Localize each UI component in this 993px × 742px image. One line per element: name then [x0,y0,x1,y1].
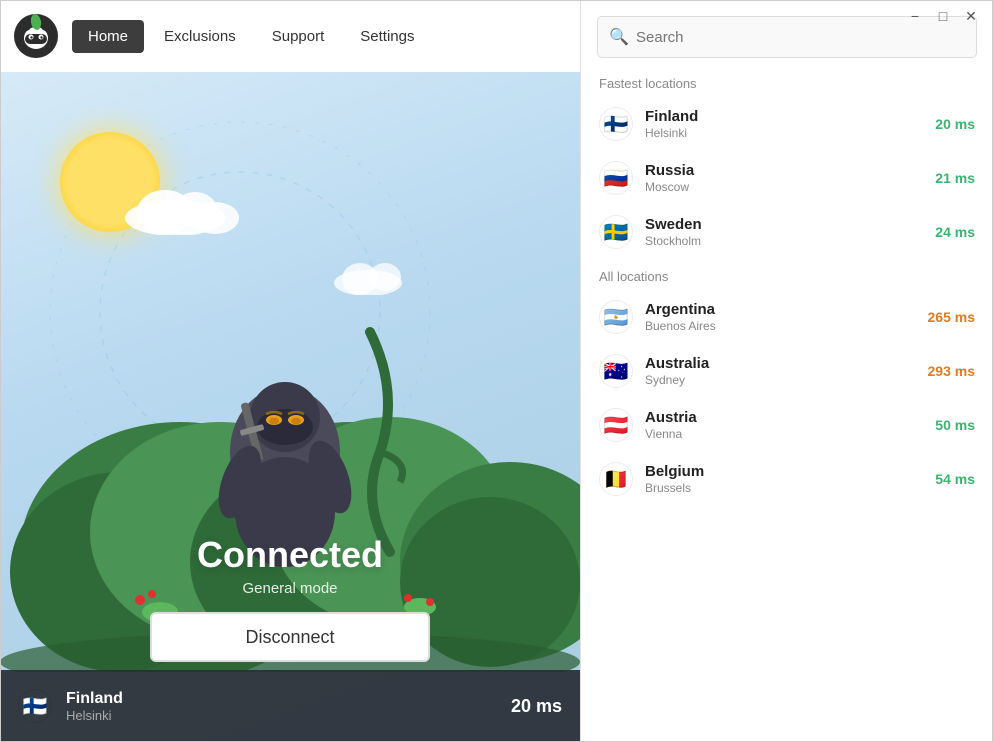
connection-status: Connected [0,534,580,576]
connection-mode: General mode [0,580,580,597]
location-info: Russia Moscow [645,162,923,194]
location-country: Russia [645,162,923,179]
location-info: Austria Vienna [645,409,923,441]
cloud-icon-1 [120,180,250,235]
fastest-location-item[interactable]: 🇸🇪 Sweden Stockholm 24 ms [581,205,993,259]
location-list: Fastest locations 🇫🇮 Finland Helsinki 20… [581,66,993,742]
disconnect-button[interactable]: Disconnect [150,612,430,662]
all-locations-label: All locations [581,259,993,290]
location-latency: 265 ms [928,309,975,325]
location-info: Belgium Brussels [645,463,923,495]
location-city: Brussels [645,481,923,495]
location-city: Sydney [645,373,916,387]
location-latency: 50 ms [935,417,975,433]
location-flag: 🇸🇪 [599,215,633,249]
status-area: Connected General mode [0,534,580,597]
location-info: Australia Sydney [645,355,916,387]
location-flag: 🇦🇺 [599,354,633,388]
location-country: Belgium [645,463,923,480]
location-flag: 🇦🇷 [599,300,633,334]
maximize-button[interactable]: □ [929,5,957,27]
close-button[interactable]: ✕ [957,5,985,27]
location-city: Helsinki [645,126,923,140]
location-latency: 54 ms [935,471,975,487]
bottom-city: Helsinki [66,708,497,723]
location-country: Argentina [645,301,916,318]
bottom-location-info: Finland Helsinki [66,690,497,723]
location-info: Finland Helsinki [645,108,923,140]
location-flag: 🇦🇹 [599,408,633,442]
location-city: Moscow [645,180,923,194]
bottom-flag: 🇫🇮 [18,689,52,723]
ninja-bush-illustration [0,242,580,672]
location-latency: 21 ms [935,170,975,186]
location-city: Vienna [645,427,923,441]
location-country: Australia [645,355,916,372]
all-location-item[interactable]: 🇦🇹 Austria Vienna 50 ms [581,398,993,452]
location-city: Stockholm [645,234,923,248]
titlebar: − □ ✕ [0,0,993,32]
fastest-locations-label: Fastest locations [581,66,993,97]
location-country: Austria [645,409,923,426]
location-info: Argentina Buenos Aires [645,301,916,333]
all-location-item[interactable]: 🇦🇷 Argentina Buenos Aires 265 ms [581,290,993,344]
left-panel: Connected General mode Disconnect 🇫🇮 Fin… [0,72,580,742]
location-country: Finland [645,108,923,125]
fastest-location-item[interactable]: 🇫🇮 Finland Helsinki 20 ms [581,97,993,151]
location-info: Sweden Stockholm [645,216,923,248]
location-flag: 🇷🇺 [599,161,633,195]
all-location-item[interactable]: 🇦🇺 Australia Sydney 293 ms [581,344,993,398]
location-city: Buenos Aires [645,319,916,333]
location-flag: 🇧🇪 [599,462,633,496]
location-latency: 20 ms [935,116,975,132]
fastest-location-item[interactable]: 🇷🇺 Russia Moscow 21 ms [581,151,993,205]
location-latency: 293 ms [928,363,975,379]
all-location-item[interactable]: 🇧🇪 Belgium Brussels 54 ms [581,452,993,506]
location-country: Sweden [645,216,923,233]
right-panel: 🔍 Fastest locations 🇫🇮 Finland Helsinki … [580,0,993,742]
location-flag: 🇫🇮 [599,107,633,141]
bottom-status-bar: 🇫🇮 Finland Helsinki 20 ms [0,670,580,742]
minimize-button[interactable]: − [901,5,929,27]
location-latency: 24 ms [935,224,975,240]
bottom-latency: 20 ms [511,696,562,717]
bottom-country: Finland [66,690,497,708]
